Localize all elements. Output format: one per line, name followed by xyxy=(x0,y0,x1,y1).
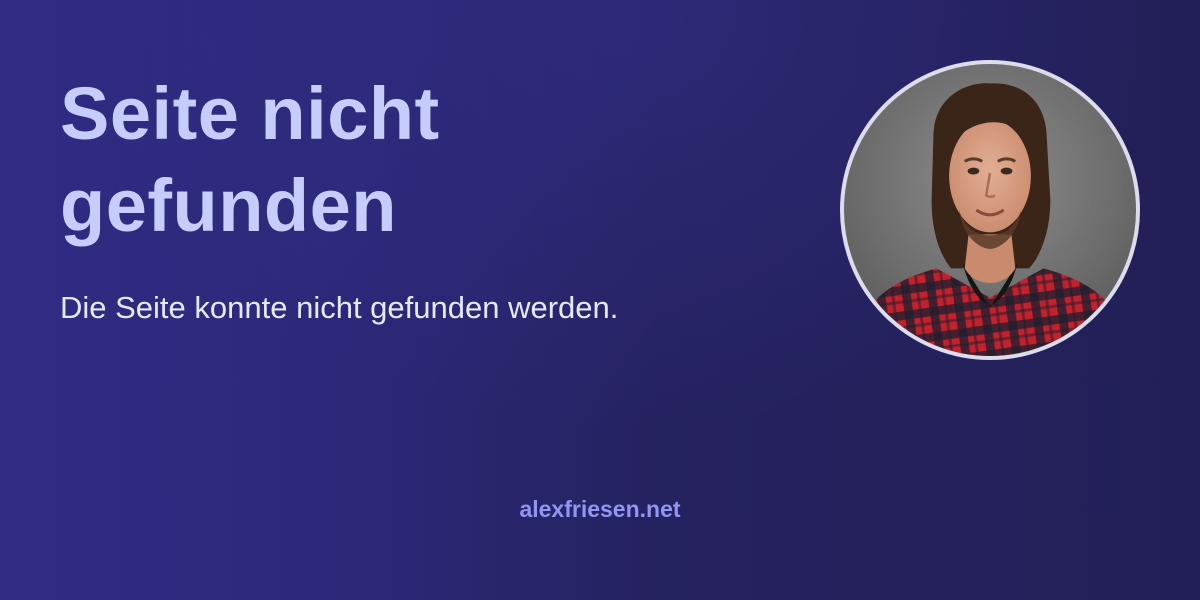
page-title: Seite nicht gefunden xyxy=(60,72,440,247)
site-domain-link[interactable]: alexfriesen.net xyxy=(0,492,1200,526)
not-found-card: Seite nicht gefunden Die Seite konnte ni… xyxy=(0,0,1200,600)
avatar xyxy=(840,60,1140,360)
profile-photo-icon xyxy=(853,83,1129,356)
page-subtitle: Die Seite konnte nicht gefunden werden. xyxy=(60,290,619,325)
